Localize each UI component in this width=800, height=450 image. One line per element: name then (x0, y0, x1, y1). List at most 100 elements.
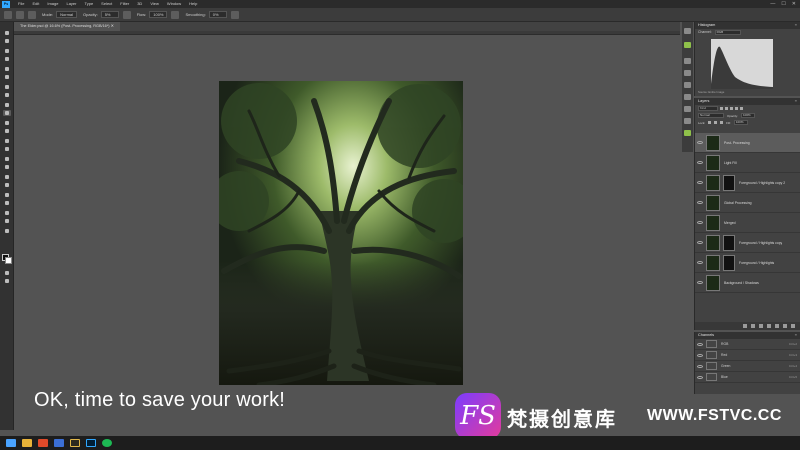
layer-fill-field[interactable]: 100% (733, 120, 748, 125)
zoom-tool-icon[interactable] (3, 218, 11, 224)
gradient-tool-icon[interactable] (3, 146, 11, 152)
info-panel-icon[interactable] (684, 118, 691, 124)
filter-shape-icon[interactable] (735, 107, 738, 110)
layer-mask-thumbnail[interactable] (723, 174, 735, 191)
minimize-button[interactable]: — (770, 0, 775, 8)
layer-name[interactable]: Background / Shadows (724, 281, 759, 285)
histogram-panel-title[interactable]: Histogram (698, 22, 715, 29)
channel-row[interactable]: Blue Ctrl+5 (695, 372, 800, 383)
visibility-eye-icon[interactable] (697, 375, 703, 379)
layer-mask-thumbnail[interactable] (723, 254, 735, 271)
quick-select-tool-icon[interactable] (3, 66, 11, 72)
visibility-eye-icon[interactable] (697, 281, 703, 284)
layer-row[interactable]: Post- Processing (695, 133, 800, 153)
filter-type-icon[interactable] (730, 107, 733, 110)
quick-mask-icon[interactable] (3, 270, 11, 276)
layer-name[interactable]: Merged (724, 221, 736, 225)
layer-row[interactable]: Foreground / Highlights copy 2 (695, 173, 800, 193)
layer-thumbnail[interactable] (706, 214, 720, 231)
pen-tool-icon[interactable] (3, 174, 11, 180)
menu-file[interactable]: File (14, 0, 28, 8)
spotify-icon[interactable] (102, 439, 112, 447)
visibility-eye-icon[interactable] (697, 261, 703, 264)
visibility-eye-icon[interactable] (697, 201, 703, 204)
artboard-tool-icon[interactable] (3, 38, 11, 44)
visibility-eye-icon[interactable] (697, 241, 703, 244)
screen-mode-icon[interactable] (3, 278, 11, 284)
document-image[interactable] (219, 81, 463, 385)
color-swatches[interactable] (2, 254, 12, 264)
close-button[interactable]: ✕ (792, 0, 796, 8)
layer-row[interactable]: Foreground / Highlights (695, 253, 800, 273)
layer-thumbnail[interactable] (706, 134, 720, 151)
document-tab[interactable]: The Elder.psd @ 16.6% (Post- Processing,… (14, 22, 120, 31)
menu-type[interactable]: Type (81, 0, 98, 8)
source-value[interactable]: Entire Image (708, 90, 724, 94)
layer-name[interactable]: Post- Processing (724, 141, 750, 145)
layer-name[interactable]: Foreground / Highlights (739, 261, 774, 265)
channel-name[interactable]: Blue (721, 375, 789, 379)
panel-menu-icon[interactable]: ≡ (795, 22, 800, 29)
layer-kind-select[interactable]: Kind (698, 106, 718, 111)
channel-row[interactable]: RGB Ctrl+2 (695, 339, 800, 350)
visibility-eye-icon[interactable] (697, 353, 703, 357)
channel-name[interactable]: Green (721, 364, 789, 368)
visibility-eye-icon[interactable] (697, 141, 703, 144)
eyedropper-tool-icon[interactable] (3, 92, 11, 98)
channel-row[interactable]: Red Ctrl+3 (695, 350, 800, 361)
brush-preset-icon[interactable] (16, 10, 24, 19)
brush-settings-icon[interactable] (28, 10, 36, 19)
menu-select[interactable]: Select (97, 0, 116, 8)
panel-menu-icon[interactable]: ≡ (795, 98, 800, 105)
edit-toolbar-icon[interactable] (3, 228, 11, 234)
layer-thumbnail[interactable] (706, 174, 720, 191)
menu-3d[interactable]: 3D (133, 0, 146, 8)
eraser-tool-icon[interactable] (3, 138, 11, 144)
menu-window[interactable]: Window (163, 0, 185, 8)
channel-name[interactable]: RGB (721, 342, 789, 346)
flow-field[interactable]: 100% (149, 11, 168, 18)
pressure-opacity-icon[interactable] (122, 10, 131, 19)
layer-row[interactable]: Background / Shadows (695, 273, 800, 293)
layer-thumbnail[interactable] (706, 154, 720, 171)
layer-row[interactable]: Global Processing (695, 193, 800, 213)
lock-position-icon[interactable] (714, 121, 718, 124)
channels-panel-title[interactable]: Channels (698, 332, 714, 339)
menu-view[interactable]: View (146, 0, 163, 8)
airbrush-icon[interactable] (171, 10, 180, 19)
history-brush-tool-icon[interactable] (3, 128, 11, 134)
app-icon[interactable] (54, 439, 64, 447)
filter-pixel-icon[interactable] (720, 107, 723, 110)
menu-help[interactable]: Help (185, 0, 201, 8)
visibility-eye-icon[interactable] (697, 221, 703, 224)
adjustment-layer-icon[interactable] (767, 324, 771, 328)
blur-tool-icon[interactable] (3, 156, 11, 162)
shape-tool-icon[interactable] (3, 200, 11, 206)
filter-smart-object-icon[interactable] (740, 107, 743, 110)
adjustments-panel-icon[interactable] (684, 58, 691, 64)
layer-thumbnail[interactable] (706, 194, 720, 211)
filter-adjustment-icon[interactable] (725, 107, 728, 110)
file-explorer-icon[interactable] (22, 439, 32, 447)
background-color-swatch[interactable] (5, 257, 12, 264)
crop-tool-icon[interactable] (3, 74, 11, 80)
lock-all-icon[interactable] (720, 121, 724, 124)
menu-edit[interactable]: Edit (28, 0, 43, 8)
color-panel-icon[interactable] (684, 82, 691, 88)
path-selection-tool-icon[interactable] (3, 192, 11, 198)
actions-panel-icon[interactable] (684, 130, 691, 136)
dodge-tool-icon[interactable] (3, 164, 11, 170)
layer-mask-thumbnail[interactable] (723, 234, 735, 251)
frame-tool-icon[interactable] (3, 84, 11, 90)
channel-row[interactable]: Green Ctrl+4 (695, 361, 800, 372)
panel-menu-icon[interactable]: ≡ (795, 332, 800, 339)
healing-brush-tool-icon[interactable] (3, 102, 11, 108)
layer-style-icon[interactable] (751, 324, 755, 328)
start-icon[interactable] (6, 439, 16, 447)
visibility-eye-icon[interactable] (697, 342, 703, 346)
layer-thumbnail[interactable] (706, 234, 720, 251)
visibility-eye-icon[interactable] (697, 161, 703, 164)
delete-layer-icon[interactable] (791, 324, 795, 328)
channel-name[interactable]: Red (721, 353, 789, 357)
browser-icon[interactable] (38, 439, 48, 447)
